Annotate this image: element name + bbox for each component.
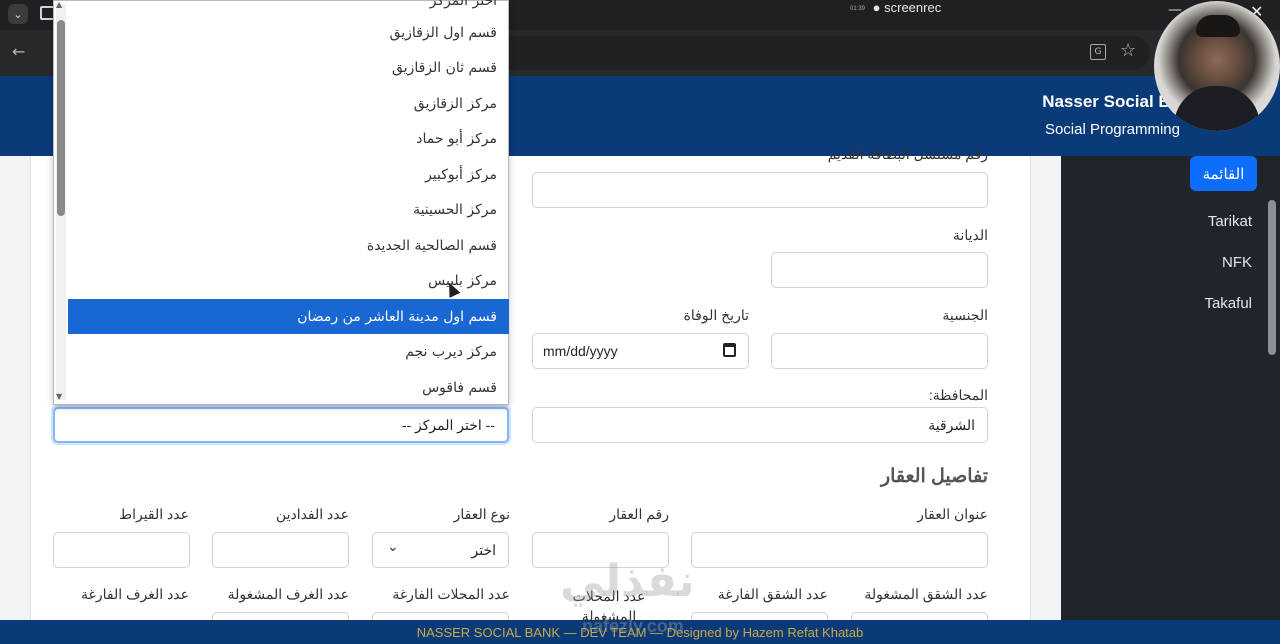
death-date-placeholder: mm/dd/yyyy [543, 343, 618, 359]
occupied-apts-label: عدد الشقق المشغولة [864, 586, 988, 602]
vacant-rooms-label: عدد الغرف الفارغة [81, 586, 189, 602]
property-type-value: اختر [471, 542, 497, 558]
tab-search-dropdown[interactable]: ⌄ [8, 4, 28, 24]
calendar-icon[interactable] [723, 343, 736, 357]
recording-label: screenrec [884, 0, 942, 15]
governorate-select[interactable]: الشرقية [532, 407, 988, 443]
dropdown-option[interactable]: قسم اول الزقازيق [68, 15, 509, 50]
watermark-arabic: نفذلي [560, 556, 695, 607]
dropdown-option[interactable]: مركز أبو حماد [68, 121, 509, 156]
recording-indicator: 01:39 ● screenrec [850, 0, 941, 15]
property-address-input[interactable] [691, 532, 988, 568]
sidebar-item-menu[interactable]: القائمة [1190, 156, 1257, 191]
scroll-down-icon[interactable]: ▼ [56, 392, 62, 401]
dropdown-option[interactable]: مركز الحسينية [68, 192, 509, 227]
governorate-value: الشرقية [928, 417, 975, 433]
dropdown-option[interactable]: مركز بلبيس [68, 263, 509, 298]
qirats-label: عدد القيراط [119, 506, 189, 522]
webcam-shirt [1174, 86, 1260, 131]
nationality-input[interactable] [771, 333, 988, 369]
dropdown-option[interactable]: قسم ثان الزقازيق [68, 50, 509, 85]
page-scrollbar[interactable] [1268, 200, 1276, 355]
chevron-down-icon: ⌄ [387, 539, 399, 555]
property-type-label: نوع العقار [453, 506, 510, 522]
watermark-latin: nafezly.com [582, 616, 684, 636]
webcam-hair [1196, 15, 1240, 37]
dropdown-option[interactable]: مركز أبوكبير [68, 157, 509, 192]
scroll-up-icon[interactable]: ▲ [56, 0, 62, 9]
governorate-label: المحافظة: [928, 387, 988, 403]
religion-label: الديانة [952, 227, 988, 243]
dropdown-scrollbar-thumb[interactable] [57, 20, 65, 216]
occupied-rooms-label: عدد الغرف المشغولة [227, 586, 349, 602]
webcam-overlay [1154, 1, 1280, 131]
sidebar-item-takaful[interactable]: Takaful [1204, 295, 1252, 312]
center-select[interactable]: -- اختر المركز -- [53, 407, 509, 443]
sidebar-item-nfk[interactable]: NFK [1222, 254, 1252, 271]
nationality-label: الجنسية [942, 307, 988, 323]
vacant-shops-label: عدد المحلات الفارغة [392, 586, 510, 602]
dropdown-option[interactable]: مركز الزقازيق [68, 86, 509, 121]
dropdown-option[interactable]: مركز ديرب نجم [68, 334, 509, 369]
death-date-input[interactable]: mm/dd/yyyy [532, 333, 749, 369]
qirats-input[interactable] [53, 532, 190, 568]
sidebar-item-tarikat[interactable]: Tarikat [1208, 213, 1252, 230]
feddans-label: عدد الفدادين [275, 506, 349, 522]
old-id-label: رقم مسلسل البطاقة القديم [827, 146, 988, 162]
dropdown-option[interactable]: قسم الصالحية الجديدة [68, 228, 509, 263]
bookmark-star-icon[interactable]: ☆ [1120, 40, 1136, 61]
recording-time: 01:39 [850, 5, 866, 12]
death-date-label: تاريخ الوفاة [683, 307, 749, 323]
religion-input[interactable] [771, 252, 988, 288]
dropdown-option-selected[interactable]: قسم اول مدينة العاشر من رمضان [68, 299, 509, 334]
feddans-input[interactable] [212, 532, 349, 568]
property-section-title: تفاصيل العقار [880, 466, 988, 487]
property-type-select[interactable]: اختر ⌄ [372, 532, 509, 568]
old-id-input[interactable] [532, 172, 988, 208]
property-no-label: رقم العقار [609, 506, 669, 522]
brand-subtitle: Social Programming [1044, 121, 1180, 138]
translate-icon[interactable]: G [1090, 44, 1106, 60]
property-address-label: عنوان العقار [917, 506, 988, 522]
dropdown-option[interactable]: قسم فاقوس [68, 370, 509, 405]
record-icon: ● [872, 0, 881, 15]
center-select-value: -- اختر المركز -- [401, 417, 495, 433]
back-arrow-icon[interactable]: ← [12, 42, 25, 61]
vacant-apts-label: عدد الشقق الفارغة [717, 586, 828, 602]
